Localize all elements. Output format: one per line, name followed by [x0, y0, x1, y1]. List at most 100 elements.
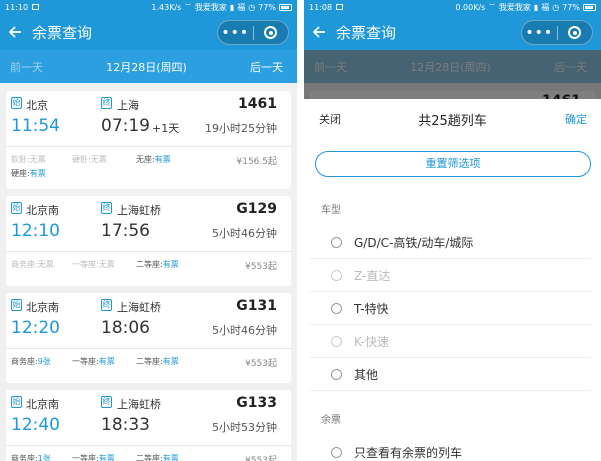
more-icon[interactable]: •••: [522, 22, 557, 44]
next-day-button[interactable]: 后一天: [250, 59, 283, 75]
terminal-tag: 终: [101, 299, 112, 311]
filter-option-label: 其他: [354, 367, 379, 382]
trip-duration: 19小时25分钟: [205, 122, 277, 135]
status-bar: 11:08 0.00K/s ⌔ 我爱我家 ▮ 福 ◷ 77%: [304, 0, 601, 14]
seat-label: 软卧:: [11, 155, 30, 164]
carrier-name: 我爱我家: [498, 2, 531, 12]
seat-label: 二等座:: [136, 260, 163, 269]
message-icon: [32, 4, 40, 10]
seat-info: 二等座:有票: [136, 259, 179, 270]
train-number: G133: [236, 395, 277, 411]
close-filter-button[interactable]: 关闭: [319, 111, 341, 127]
seat-availability: 有票: [162, 454, 179, 461]
seat-availability: 有票: [98, 357, 115, 366]
miniprogram-capsule: •••: [521, 20, 593, 45]
radio-button[interactable]: [331, 236, 342, 248]
wifi-icon: ⌔: [184, 2, 192, 11]
seat-availability: 有票: [162, 260, 179, 269]
train-number: G129: [236, 201, 277, 217]
seat-info: 二等座:有票: [136, 356, 179, 367]
terminal-tag: 终: [101, 97, 112, 109]
radio-button: [331, 335, 342, 347]
seat-label: 一等座:: [72, 260, 99, 269]
back-arrow-icon[interactable]: [0, 14, 30, 50]
price: ¥553起: [245, 456, 277, 461]
filter-option[interactable]: G/D/C-高铁/动车/城际: [310, 226, 591, 259]
message-icon: [336, 4, 344, 10]
arrive-time: 18:06: [101, 318, 150, 338]
filter-option[interactable]: 只查看有余票的列车: [310, 436, 591, 461]
seat-availability: 有票: [154, 155, 171, 164]
reset-filters-button[interactable]: 重置筛选项: [315, 151, 591, 177]
from-station: 北京南: [26, 398, 59, 411]
radio-button[interactable]: [331, 368, 342, 380]
train-card[interactable]: 始北京南终上海虹桥 G129 12:10 17:56 5小时46分钟 商务座:无票 一等座:…: [6, 196, 291, 286]
filter-option-label: 只查看有余票的列车: [354, 445, 463, 460]
close-miniprogram-icon[interactable]: [558, 26, 593, 39]
filter-screen: 11:08 0.00K/s ⌔ 我爱我家 ▮ 福 ◷ 77% 余票查询 ••• …: [304, 0, 601, 461]
filter-option-label: K-快速: [354, 334, 389, 349]
confirm-filter-button[interactable]: 确定: [565, 111, 587, 127]
trip-duration: 5小时46分钟: [212, 324, 277, 337]
depart-time: 11:54: [11, 116, 60, 136]
seat-info: 一等座:无票: [72, 259, 115, 270]
card-divider: [6, 251, 291, 252]
battery-percent: 77%: [258, 2, 276, 12]
close-miniprogram-icon[interactable]: [254, 26, 289, 39]
card-divider: [6, 445, 291, 446]
filter-option-label: Z-直达: [354, 268, 391, 283]
seat-info: 硬座:有票: [11, 168, 46, 179]
status-time: 11:08: [309, 2, 333, 12]
seat-info: 硬卧:无票: [72, 154, 107, 165]
back-arrow-icon[interactable]: [304, 14, 334, 50]
from-station: 北京南: [26, 204, 59, 217]
price: ¥156.5起: [236, 157, 278, 167]
radio-button[interactable]: [331, 446, 342, 458]
seat-label: 硬座:: [11, 169, 30, 178]
seat-availability: 无票: [98, 260, 115, 269]
filter-option-label: G/D/C-高铁/动车/城际: [354, 235, 474, 250]
more-icon[interactable]: •••: [218, 22, 253, 44]
train-list: 始北京终上海 1461 11:54 07:19 +1天 19小时25分钟 软卧:无票 硬卧:无…: [0, 91, 297, 461]
battery-icon: [279, 3, 292, 11]
price: ¥553起: [245, 359, 277, 369]
to-station: 上海虹桥: [117, 398, 161, 411]
seat-availability: 有票: [98, 454, 115, 461]
filter-option[interactable]: 其他: [310, 358, 591, 391]
alarm-icon: ◷: [552, 2, 560, 12]
to-station: 上海: [117, 99, 139, 112]
signal-icon: ▮: [533, 2, 539, 12]
filter-option[interactable]: T-特快: [310, 292, 591, 325]
seat-label: 一等座:: [72, 454, 99, 461]
price: ¥553起: [245, 262, 277, 272]
seat-info: 一等座:有票: [72, 453, 115, 461]
seat-label: 商务座:: [11, 454, 38, 461]
seat-availability: 9张: [37, 357, 51, 366]
ticket-heading: 余票: [321, 415, 341, 426]
train-type-heading: 车型: [321, 205, 341, 216]
title-bar: 余票查询 •••: [304, 14, 601, 50]
seat-info: 无座:有票: [136, 154, 171, 165]
wifi-icon: ⌔: [488, 2, 496, 11]
card-divider: [6, 348, 291, 349]
terminal-tag: 终: [101, 396, 112, 408]
train-card[interactable]: 始北京南 终上海虹桥 G131 12:20 18:06 5小时46分钟 商务座:9张 一等座:…: [6, 293, 291, 383]
train-card[interactable]: 始北京南 终上海虹桥 G133 12:40 18:33 5小时53分钟 商务座:1张 一等座:…: [6, 390, 291, 461]
train-count: 共25趟列车: [418, 113, 487, 129]
seat-label: 商务座:: [11, 357, 38, 366]
seat-label: 硬卧:: [72, 155, 91, 164]
seat-availability: 1张: [37, 454, 51, 461]
seat-label: 一等座:: [72, 357, 99, 366]
train-number: G131: [236, 298, 277, 314]
prev-day-button[interactable]: 前一天: [10, 59, 43, 75]
seat-info: 软卧:无票: [11, 154, 46, 165]
train-card[interactable]: 始北京终上海 1461 11:54 07:19 +1天 19小时25分钟 软卧:无票 硬卧:无…: [6, 91, 291, 189]
filter-option: K-快速: [310, 325, 591, 358]
radio-button[interactable]: [331, 302, 342, 314]
train-number: 1461: [238, 96, 277, 112]
arrive-time: 07:19: [101, 116, 150, 136]
current-date[interactable]: 12月28日(周四): [106, 59, 187, 75]
terminal-tag: 终: [101, 202, 112, 214]
trip-duration: 5小时53分钟: [212, 421, 277, 434]
seat-label: 二等座:: [136, 357, 163, 366]
